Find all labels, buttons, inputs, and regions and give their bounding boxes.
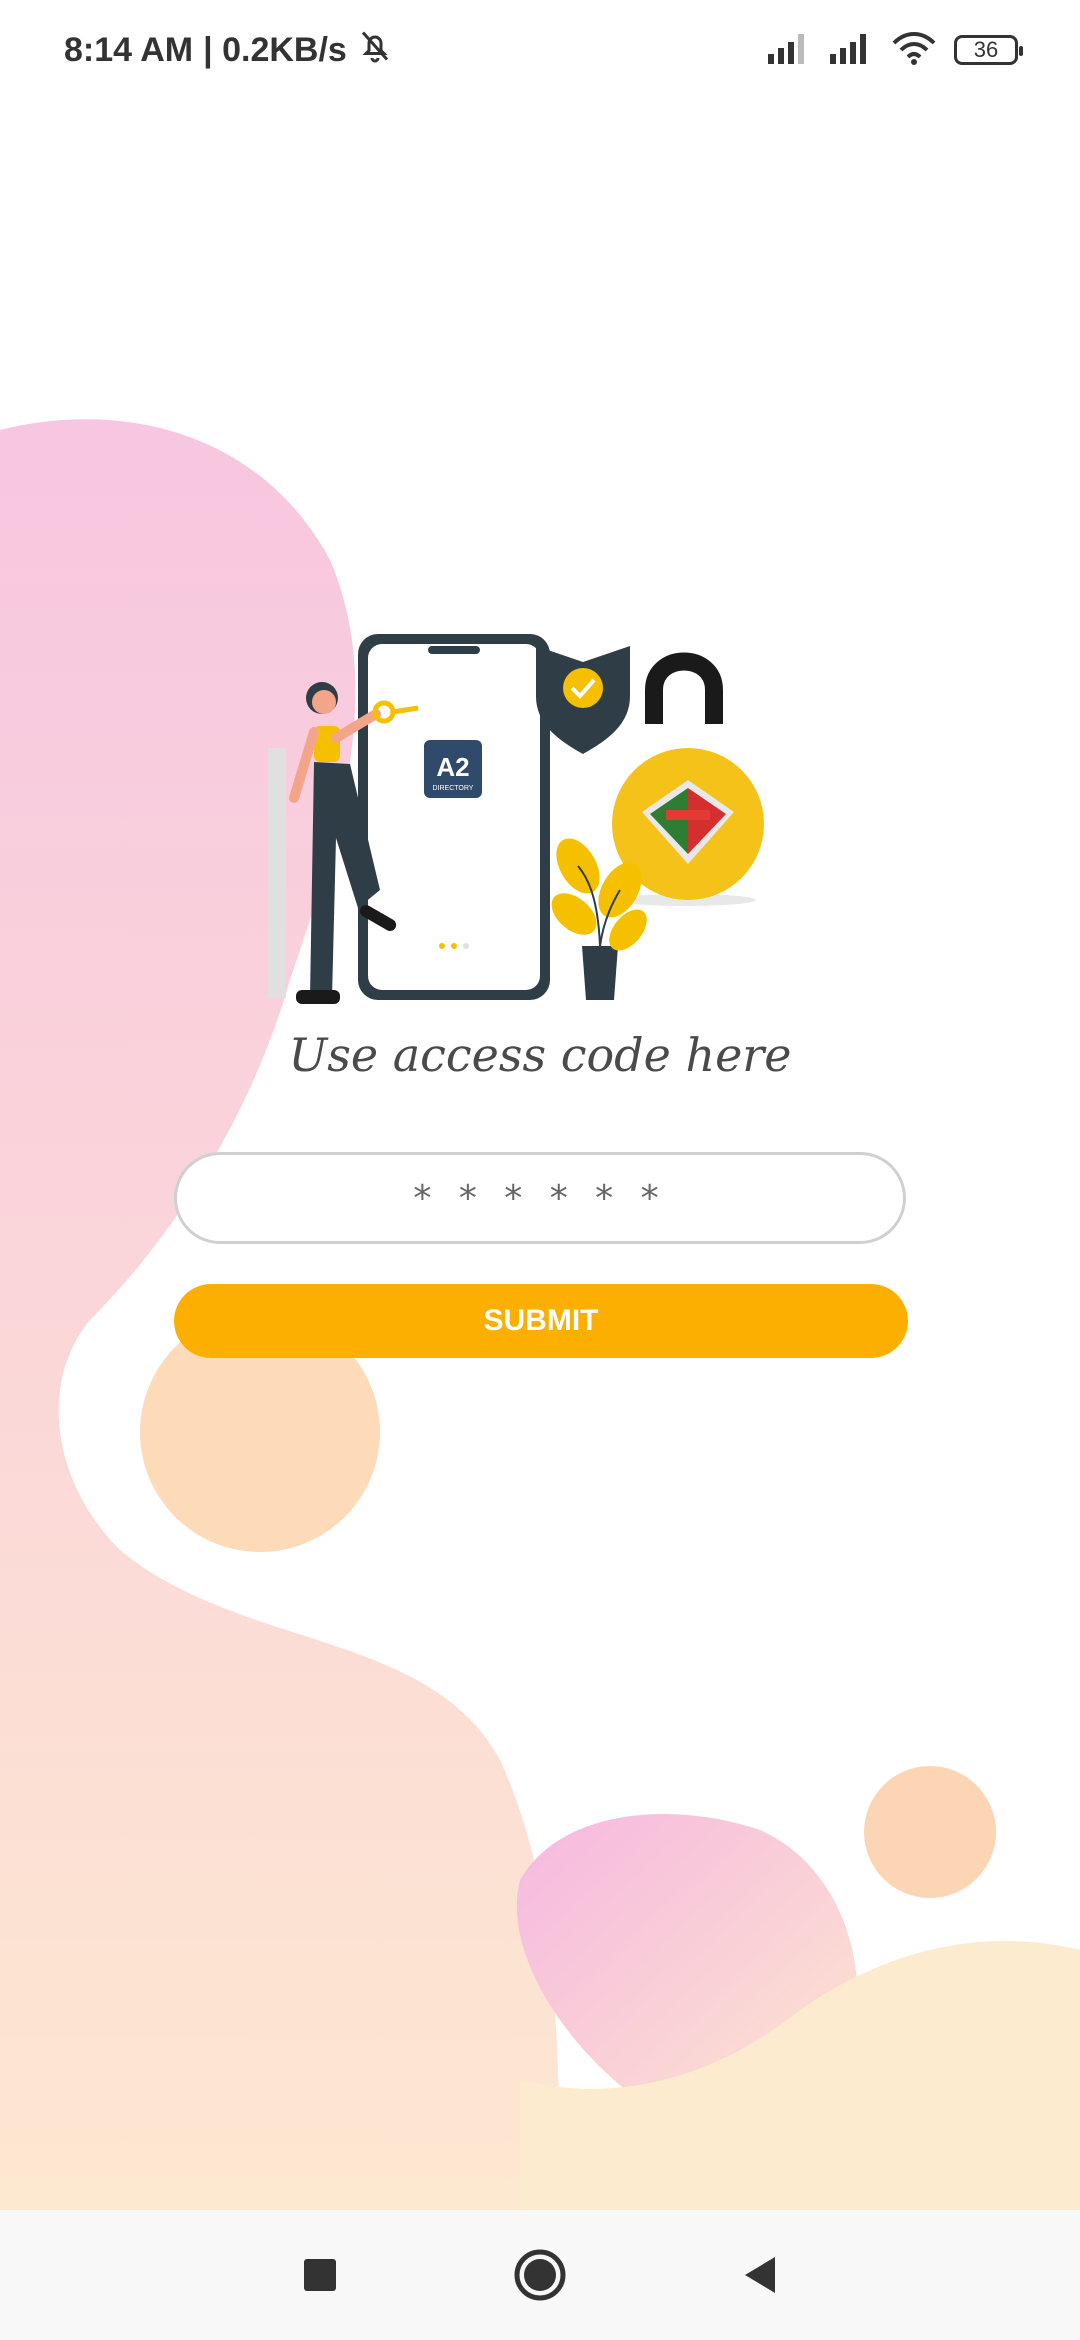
- status-left: 8:14 AM | 0.2KB/s: [64, 28, 393, 73]
- navigation-bar: [0, 2210, 1080, 2340]
- back-triangle-icon[interactable]: [730, 2245, 790, 2305]
- signal-icon: [768, 32, 812, 69]
- status-right: 36: [768, 31, 1023, 70]
- a2-directory-logo: A2 DIRECTORY: [424, 740, 482, 798]
- status-bar: 8:14 AM | 0.2KB/s 36: [0, 0, 1080, 100]
- status-speed: | 0.2KB/s: [203, 30, 347, 69]
- submit-button[interactable]: SUBMIT: [174, 1284, 908, 1358]
- home-circle-icon[interactable]: [510, 2245, 570, 2305]
- access-code-input[interactable]: [174, 1152, 906, 1244]
- logo-subtext: DIRECTORY: [433, 785, 474, 792]
- bell-off-icon: [357, 28, 393, 73]
- access-code-headline: Use access code here: [288, 1028, 792, 1082]
- battery-icon: 36: [954, 35, 1023, 65]
- wifi-icon: [892, 31, 936, 70]
- phone-icon: [358, 634, 550, 1000]
- shield-check-icon: [536, 646, 630, 754]
- security-illustration: A2 DIRECTORY: [268, 634, 764, 1004]
- signal-icon: [830, 32, 874, 69]
- peach-circle-small: [864, 1766, 996, 1898]
- logo-text: A2: [436, 752, 469, 782]
- battery-level: 36: [973, 37, 999, 62]
- recents-square-icon[interactable]: [290, 2245, 350, 2305]
- status-time: 8:14 AM: [64, 30, 194, 69]
